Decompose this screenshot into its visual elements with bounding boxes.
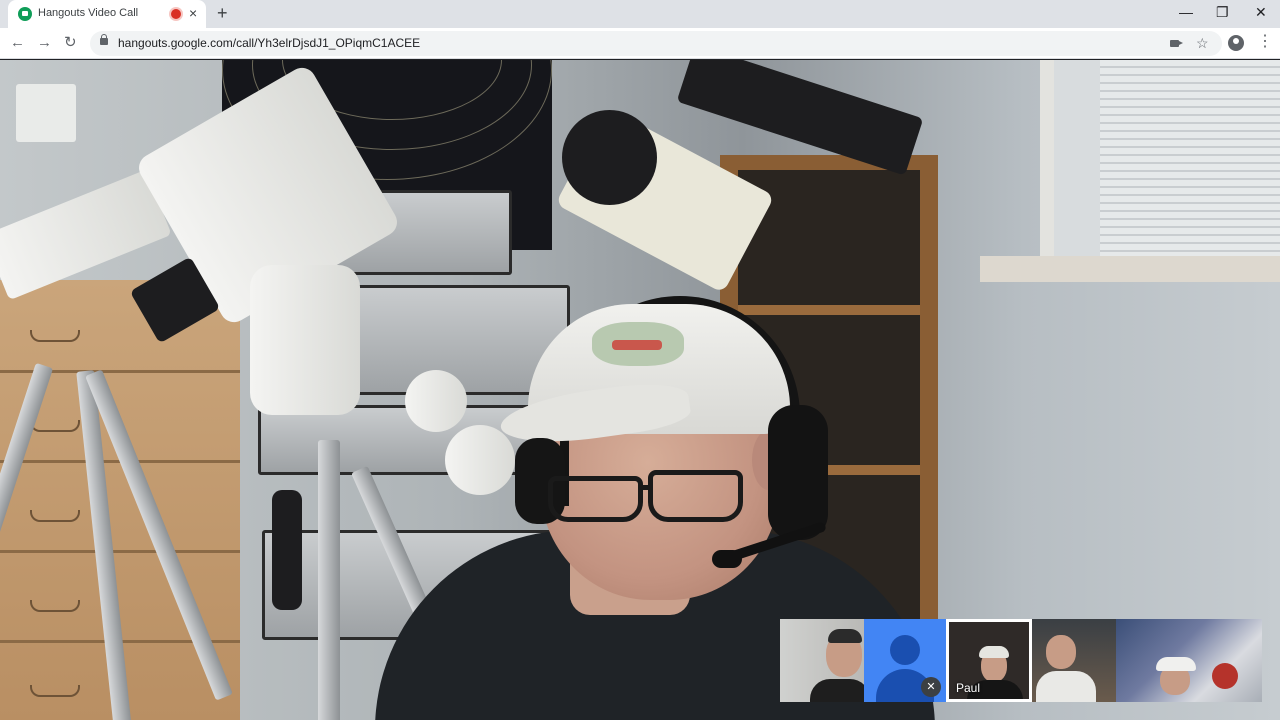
- new-tab-button[interactable]: +: [217, 3, 228, 23]
- window-blind: [1100, 60, 1280, 265]
- tab-hangouts-video-call[interactable]: Hangouts Video Call ×: [8, 0, 206, 28]
- headset-mic: [712, 550, 742, 568]
- glasses-lens: [548, 476, 643, 522]
- recording-indicator-icon: [171, 9, 181, 19]
- participant-name-label: Paul: [956, 681, 981, 695]
- thermostat: [16, 84, 76, 142]
- mic-muted-icon: ✕: [921, 677, 941, 697]
- counterweight: [405, 370, 467, 432]
- headset-earcup: [768, 405, 828, 540]
- hangouts-favicon-icon: [18, 7, 32, 21]
- profile-avatar-icon[interactable]: [1228, 35, 1244, 51]
- browser-toolbar: ← → ↻ hangouts.google.com/call/Yh3elrDjs…: [0, 28, 1280, 59]
- camera-in-use-icon[interactable]: [1170, 40, 1183, 47]
- equatorial-mount: [250, 265, 360, 415]
- close-window-button[interactable]: ✕: [1255, 3, 1267, 21]
- glasses-lens: [648, 470, 743, 522]
- url-text[interactable]: hangouts.google.com/call/Yh3elrDjsdJ1_OP…: [118, 36, 420, 50]
- participant-thumbnail[interactable]: [1032, 619, 1116, 702]
- reload-button[interactable]: ↻: [64, 33, 77, 53]
- back-button[interactable]: ←: [10, 33, 25, 53]
- tab-title: Hangouts Video Call: [38, 7, 139, 19]
- counterweight: [445, 425, 515, 495]
- glasses-bridge: [638, 485, 652, 490]
- tab-close-icon[interactable]: ×: [189, 5, 197, 21]
- window-ledge: [980, 256, 1280, 282]
- hand-controller: [272, 490, 302, 610]
- lock-icon: [100, 34, 108, 45]
- bookmark-star-icon[interactable]: ☆: [1196, 35, 1209, 51]
- browser-menu-icon[interactable]: ⋮: [1257, 33, 1273, 51]
- minimize-button[interactable]: —: [1179, 3, 1193, 21]
- participant-thumbnail[interactable]: [1116, 619, 1262, 702]
- default-avatar-icon: [890, 635, 920, 665]
- participant-thumbnail-active[interactable]: Paul: [946, 619, 1032, 702]
- participant-thumbnail[interactable]: [780, 619, 864, 702]
- restore-button[interactable]: ❐: [1216, 3, 1229, 21]
- cap-logo: [592, 322, 684, 366]
- tripod-leg: [318, 440, 340, 720]
- address-bar[interactable]: hangouts.google.com/call/Yh3elrDjsdJ1_OP…: [90, 31, 1222, 56]
- tab-strip: Hangouts Video Call × + — ❐ ✕: [0, 0, 1280, 28]
- forward-button[interactable]: →: [37, 33, 52, 53]
- app-window: Hangouts Video Call × + — ❐ ✕ ← → ↻ hang…: [0, 0, 1280, 720]
- telescope-aperture: [562, 110, 657, 205]
- participant-filmstrip: ✕ Paul: [780, 619, 1262, 702]
- participant-thumbnail[interactable]: ✕: [864, 619, 946, 702]
